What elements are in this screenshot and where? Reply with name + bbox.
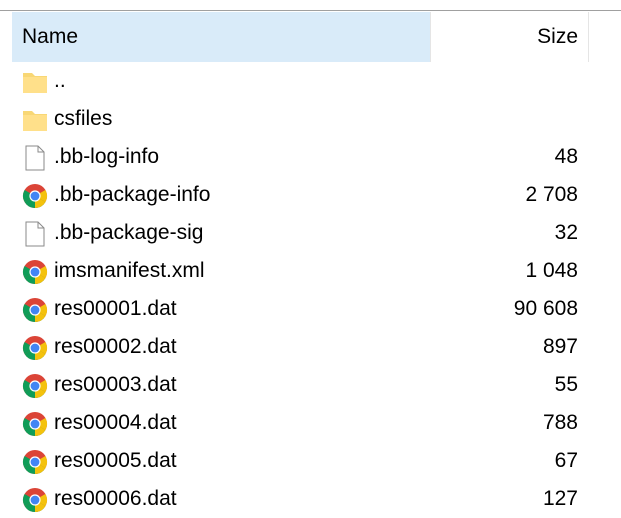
file-row[interactable]: res00003.dat 55 [0,366,621,404]
folder-icon [22,107,48,133]
file-row[interactable]: res00006.dat 127 [0,480,621,518]
file-name: res00004.dat [54,411,177,434]
file-name: .. [54,69,66,92]
file-size: 55 [554,373,578,396]
file-size: 90 608 [513,297,578,320]
file-row[interactable]: imsmanifest.xml 1 048 [0,252,621,290]
chrome-icon [22,487,48,513]
file-size: 1 048 [525,259,578,282]
header-top-border [0,10,621,11]
file-row[interactable]: res00002.dat 897 [0,328,621,366]
file-row[interactable]: .bb-package-sig 32 [0,214,621,252]
file-size: 127 [542,487,578,510]
file-size: 2 708 [525,183,578,206]
file-name: res00003.dat [54,373,177,396]
file-name: .bb-package-sig [54,221,204,244]
file-size: 788 [542,411,578,434]
file-name: res00002.dat [54,335,177,358]
file-size: 32 [554,221,578,244]
chrome-icon [22,373,48,399]
file-row[interactable]: csfiles [0,100,621,138]
chrome-icon [22,183,48,209]
column-header-name[interactable]: Name [12,12,430,62]
file-row[interactable]: .bb-package-info 2 708 [0,176,621,214]
chrome-icon [22,335,48,361]
file-row[interactable]: res00005.dat 67 [0,442,621,480]
column-header-row: Name Size [0,12,621,62]
file-icon [22,221,48,247]
column-header-size[interactable]: Size [431,12,578,62]
folder-icon [22,69,48,95]
chrome-icon [22,259,48,285]
chrome-icon [22,297,48,323]
file-size: 67 [554,449,578,472]
file-size: 897 [542,335,578,358]
file-name: .bb-log-info [54,145,160,168]
chrome-icon [22,449,48,475]
chrome-icon [22,411,48,437]
file-name: csfiles [54,107,113,130]
file-row[interactable]: res00001.dat 90 608 [0,290,621,328]
file-size: 48 [554,145,578,168]
file-name: imsmanifest.xml [54,259,205,282]
file-name: res00006.dat [54,487,177,510]
file-icon [22,145,48,171]
file-name: .bb-package-info [54,183,211,206]
file-row[interactable]: .bb-log-info 48 [0,138,621,176]
column-divider[interactable] [588,12,589,62]
file-row[interactable]: res00004.dat 788 [0,404,621,442]
file-list: .. csfiles .bb-log-info 48 .bb-package-info 2… [0,62,621,518]
file-row[interactable]: .. [0,62,621,100]
file-name: res00001.dat [54,297,177,320]
file-name: res00005.dat [54,449,177,472]
